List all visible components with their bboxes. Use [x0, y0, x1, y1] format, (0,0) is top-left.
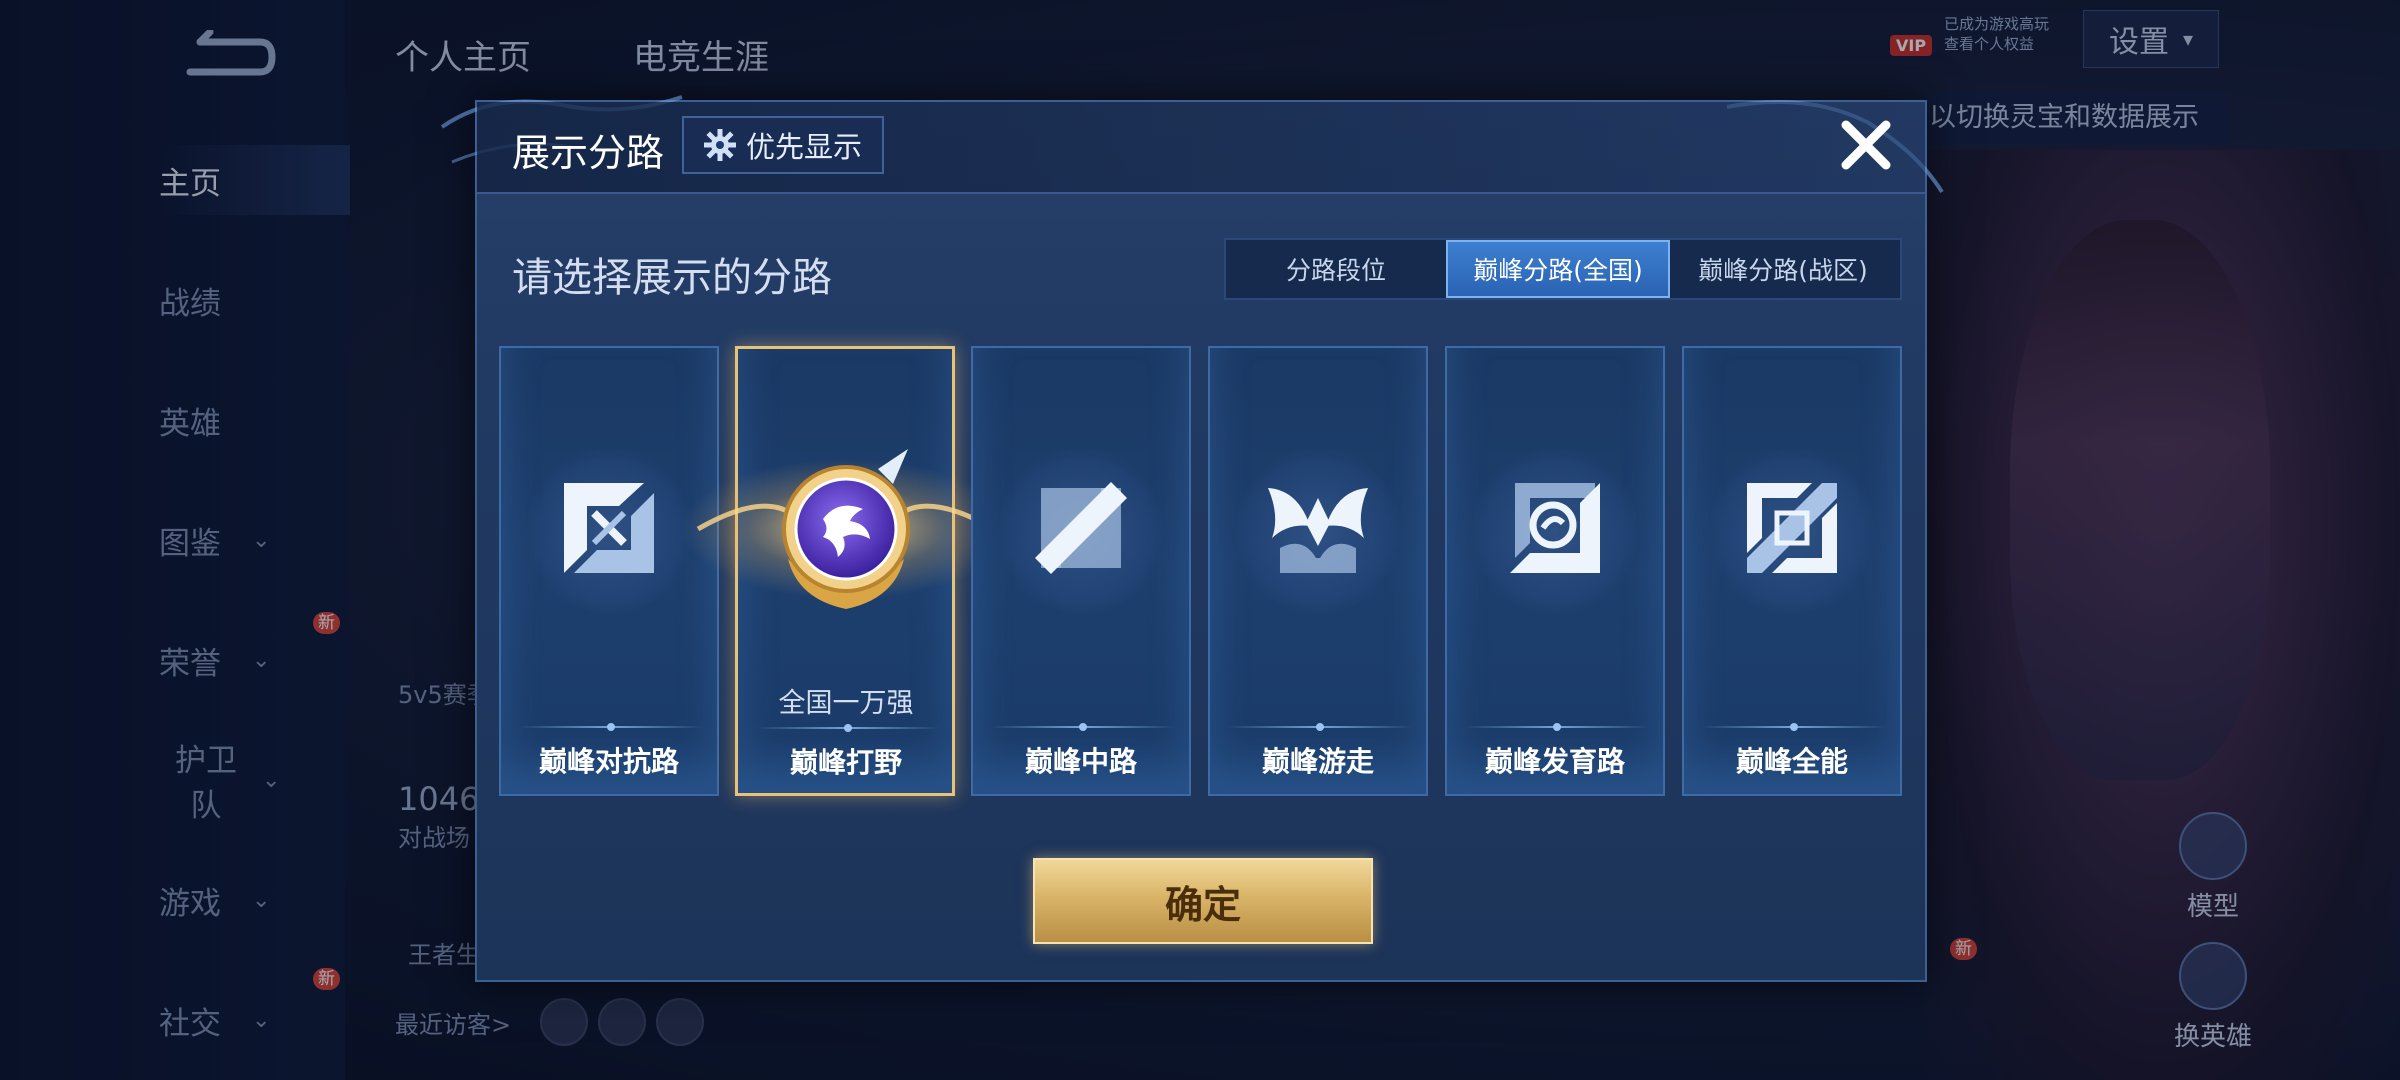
- card-divider: [991, 723, 1175, 731]
- priority-display-label: 优先显示: [745, 130, 862, 164]
- farm-lane-icon: [1510, 483, 1600, 573]
- lane-name: 巅峰中路: [1024, 745, 1137, 778]
- lane-name: 巅峰对抗路: [538, 745, 679, 778]
- mid-lane-icon: [1035, 482, 1127, 574]
- all-round-icon: [1747, 483, 1837, 573]
- dialog-prompt: 请选择展示的分路: [512, 255, 832, 301]
- lane-card-roam[interactable]: 巅峰游走: [1208, 346, 1428, 796]
- lane-name: 巅峰全能: [1735, 745, 1848, 778]
- tab-peak-lane-national[interactable]: 巅峰分路(全国): [1446, 240, 1670, 298]
- card-divider: [519, 723, 703, 731]
- close-icon[interactable]: [1834, 113, 1898, 177]
- gear-icon: [703, 129, 736, 161]
- card-divider: [1465, 723, 1649, 731]
- lane-card-jungle[interactable]: 全国一万强 巅峰打野: [681, 346, 1011, 796]
- lane-card-mid[interactable]: 巅峰中路: [971, 346, 1191, 796]
- clash-lane-icon: [564, 483, 654, 573]
- lane-card-all-round[interactable]: 巅峰全能: [1682, 346, 1902, 796]
- card-divider: [1702, 723, 1886, 731]
- dialog-title: 展示分路: [512, 131, 665, 175]
- priority-display-button[interactable]: 优先显示: [682, 116, 884, 174]
- jungle-medal-icon: [681, 449, 1011, 609]
- lane-rank-label: 全国一万强: [778, 688, 914, 719]
- tab-lane-rank[interactable]: 分路段位: [1226, 240, 1446, 298]
- tab-peak-lane-region[interactable]: 巅峰分路(战区): [1670, 240, 1896, 298]
- card-divider: [1228, 723, 1412, 731]
- lane-name: 巅峰发育路: [1484, 745, 1625, 778]
- lane-card-farm[interactable]: 巅峰发育路: [1445, 346, 1665, 796]
- ranking-scope-tabs: 分路段位 巅峰分路(全国) 巅峰分路(战区): [1224, 238, 1902, 300]
- lane-name: 巅峰打野: [789, 746, 902, 779]
- lane-display-dialog: 展示分路 优先显示 请选择展示的分路 分路段位 巅峰分路(全国) 巅峰分路(战区…: [440, 95, 1944, 982]
- card-divider: [756, 724, 940, 732]
- lane-name: 巅峰游走: [1261, 745, 1374, 778]
- roam-icon: [1268, 488, 1368, 573]
- confirm-button[interactable]: 确定: [1033, 858, 1373, 944]
